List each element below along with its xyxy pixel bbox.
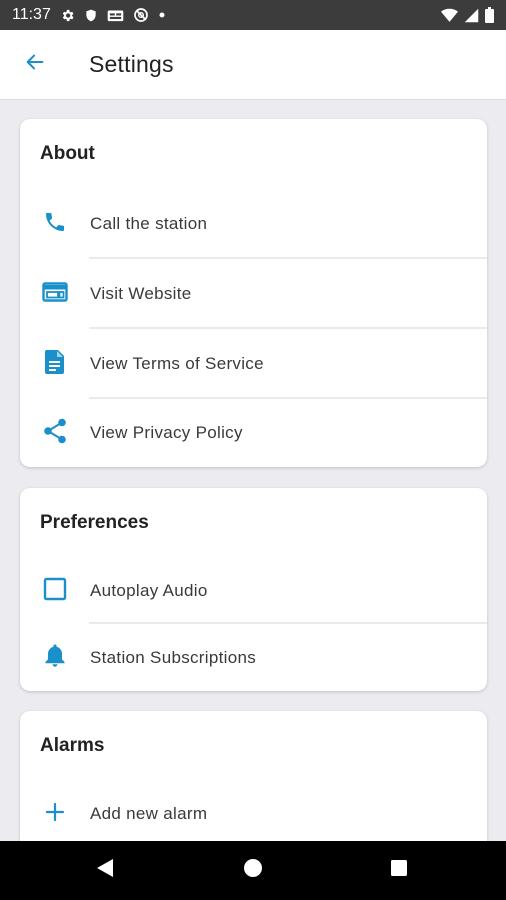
- bell-icon: [44, 643, 66, 672]
- call-station-item[interactable]: Call the station: [20, 189, 487, 259]
- wifi-icon: [441, 8, 458, 23]
- settings-list[interactable]: About Call the station Visit Website Vie…: [0, 100, 506, 841]
- item-label: Visit Website: [90, 284, 192, 303]
- web-icon: [42, 281, 68, 308]
- shield-icon: [84, 8, 98, 23]
- recents-square-icon: [390, 859, 408, 882]
- document-icon: [45, 349, 65, 380]
- item-label: Autoplay Audio: [90, 581, 208, 600]
- station-subscriptions-item[interactable]: Station Subscriptions: [20, 624, 487, 691]
- section-title-about: About: [40, 143, 95, 164]
- status-bar: 11:37: [0, 0, 506, 30]
- item-label: Station Subscriptions: [90, 647, 256, 667]
- terms-of-service-item[interactable]: View Terms of Service: [20, 329, 487, 399]
- signal-icon: [464, 8, 479, 23]
- status-time: 11:37: [12, 6, 51, 23]
- nav-home-button[interactable]: [223, 841, 283, 900]
- settings-icon: [60, 8, 75, 23]
- page-title: Settings: [89, 51, 174, 77]
- nav-back-button[interactable]: [75, 841, 135, 900]
- arrow-back-icon: [24, 51, 46, 78]
- nav-recents-button[interactable]: [369, 841, 429, 900]
- phone-icon: [43, 210, 67, 239]
- home-circle-icon: [243, 858, 263, 883]
- back-triangle-icon: [96, 858, 114, 883]
- data-saver-icon: [133, 7, 149, 23]
- about-card: About Call the station Visit Website Vie…: [20, 119, 487, 467]
- sim-card-icon: [107, 8, 124, 23]
- battery-icon: [485, 7, 494, 23]
- share-icon: [43, 418, 67, 449]
- privacy-policy-item[interactable]: View Privacy Policy: [20, 399, 487, 467]
- item-label: View Terms of Service: [90, 354, 264, 373]
- alarms-card: Alarms Add new alarm: [20, 711, 487, 841]
- section-title-preferences: Preferences: [40, 512, 149, 533]
- system-nav-bar: [0, 841, 506, 900]
- section-title-alarms: Alarms: [40, 735, 105, 756]
- plus-icon: [45, 802, 65, 827]
- app-bar: Settings: [0, 30, 506, 100]
- back-button[interactable]: [15, 45, 55, 85]
- notification-dot-icon: [158, 11, 166, 19]
- autoplay-audio-item[interactable]: Autoplay Audio: [20, 558, 487, 624]
- item-label: View Privacy Policy: [90, 423, 243, 442]
- checkbox-icon[interactable]: [43, 577, 67, 606]
- preferences-card: Preferences Autoplay Audio Station Subsc…: [20, 488, 487, 691]
- add-alarm-item[interactable]: Add new alarm: [20, 779, 487, 841]
- item-label: Call the station: [90, 214, 208, 233]
- visit-website-item[interactable]: Visit Website: [20, 259, 487, 329]
- item-label: Add new alarm: [90, 804, 208, 823]
